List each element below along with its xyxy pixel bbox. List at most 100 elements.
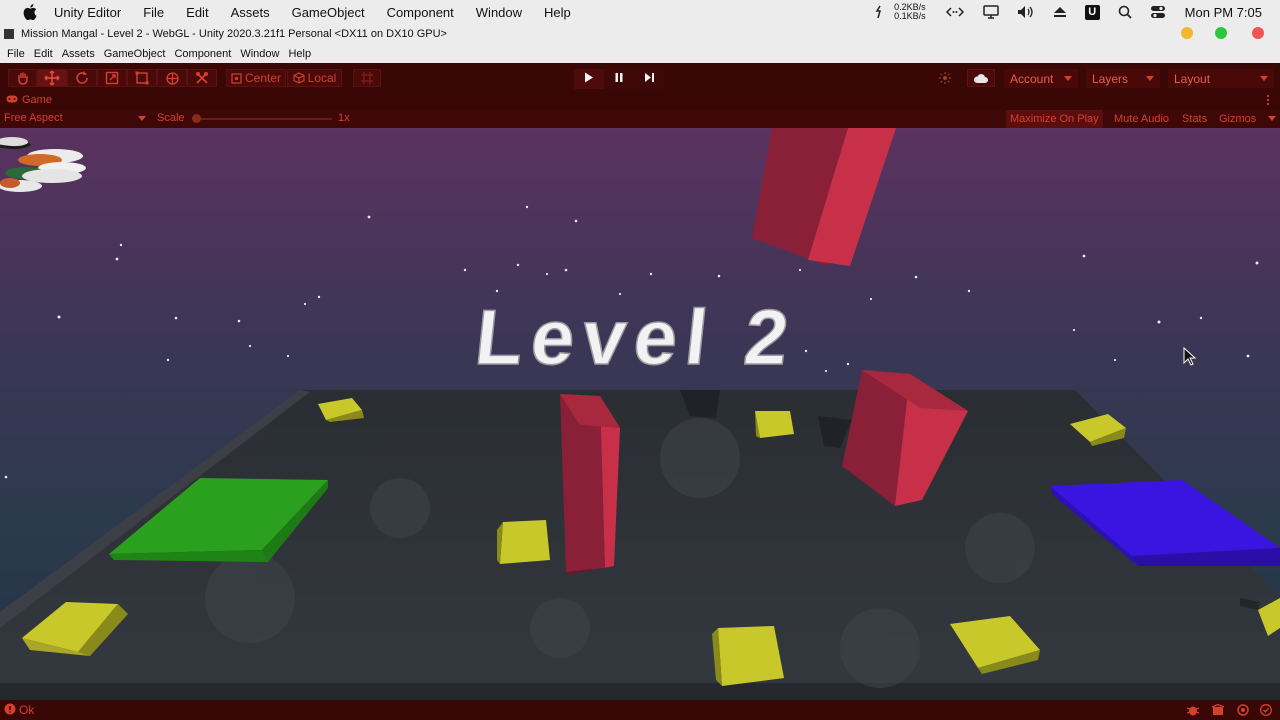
app-name-menu[interactable]: Unity Editor bbox=[54, 5, 121, 20]
move-tool-button[interactable] bbox=[37, 69, 67, 87]
level-title-text: Level 2 bbox=[471, 293, 801, 381]
red-obstacle-center bbox=[560, 394, 620, 574]
transform-tool-button[interactable] bbox=[157, 69, 187, 87]
mac-menu-edit[interactable]: Edit bbox=[186, 5, 208, 20]
chevron-down-icon bbox=[138, 116, 146, 121]
game-view-bar: Free Aspect Scale 1x Maximize On Play Mu… bbox=[0, 110, 1280, 128]
window-title: Mission Mangal - Level 2 - WebGL - Unity… bbox=[21, 28, 447, 40]
mac-menu-help[interactable]: Help bbox=[544, 5, 571, 20]
scale-slider-track[interactable] bbox=[196, 118, 332, 120]
playback-controls bbox=[574, 69, 664, 89]
move-arrows-icon bbox=[44, 70, 60, 86]
network-speed: 0.2KB/s 0.1KB/s bbox=[894, 3, 926, 21]
menu-extras: 0.2KB/s 0.1KB/s U Mon PM 7:05 bbox=[864, 0, 1280, 24]
stats-toggle[interactable]: Stats bbox=[1178, 110, 1211, 128]
mac-menu-component[interactable]: Component bbox=[387, 5, 454, 20]
unity-menu-window[interactable]: Window bbox=[240, 48, 279, 60]
layout-dropdown[interactable]: Layout bbox=[1168, 69, 1274, 88]
space-local-toggle[interactable]: Local bbox=[287, 69, 342, 87]
mac-menu-window[interactable]: Window bbox=[476, 5, 522, 20]
scale-icon bbox=[105, 71, 119, 85]
close-button[interactable] bbox=[1252, 27, 1264, 39]
pivot-center-toggle[interactable]: Center bbox=[226, 69, 286, 87]
unity-badge-icon[interactable]: U bbox=[1084, 4, 1100, 20]
main-toolbar: Center Local Account Layers Layout bbox=[0, 63, 1280, 92]
mac-menu-file[interactable]: File bbox=[143, 5, 164, 20]
mac-menu-gameobject[interactable]: GameObject bbox=[292, 5, 365, 20]
eject-icon[interactable] bbox=[1053, 6, 1067, 18]
sync-icon[interactable] bbox=[873, 5, 885, 19]
unity-menu-bar: File Edit Assets GameObject Component Wi… bbox=[0, 44, 1280, 64]
control-center-icon[interactable] bbox=[1150, 5, 1166, 19]
chevron-down-icon bbox=[1260, 76, 1268, 81]
layers-label: Layers bbox=[1092, 71, 1129, 86]
custom-tool-button[interactable] bbox=[187, 69, 217, 87]
space-label: Local bbox=[307, 71, 337, 85]
step-icon bbox=[644, 70, 655, 88]
bug-icon[interactable] bbox=[1186, 704, 1200, 719]
chevron-down-icon bbox=[1064, 76, 1072, 81]
gizmos-dropdown[interactable]: Gizmos bbox=[1215, 110, 1260, 128]
grid-icon bbox=[360, 71, 374, 85]
pause-button[interactable] bbox=[604, 69, 634, 89]
scale-label: Scale bbox=[157, 112, 185, 124]
code-arrows-icon[interactable] bbox=[945, 6, 965, 18]
gizmos-label: Gizmos bbox=[1219, 113, 1257, 125]
step-button[interactable] bbox=[634, 69, 664, 89]
package-icon[interactable] bbox=[1211, 703, 1225, 719]
maximize-label: Maximize On Play bbox=[1010, 113, 1099, 125]
unity-menu-gameobject[interactable]: GameObject bbox=[104, 48, 166, 60]
play-button[interactable] bbox=[574, 69, 604, 89]
zoom-button[interactable] bbox=[1215, 27, 1227, 39]
account-dropdown[interactable]: Account bbox=[1004, 69, 1078, 88]
apple-icon[interactable] bbox=[20, 4, 40, 20]
chevron-down-icon bbox=[1268, 116, 1276, 121]
minimize-button[interactable] bbox=[1181, 27, 1193, 39]
download-speed: 0.1KB/s bbox=[894, 11, 926, 21]
pivot-icon bbox=[231, 72, 242, 84]
mute-audio-toggle[interactable]: Mute Audio bbox=[1110, 110, 1173, 128]
macos-menu-bar: Unity Editor File Edit Assets GameObject… bbox=[0, 0, 1280, 24]
unity-menu-help[interactable]: Help bbox=[288, 48, 311, 60]
maximize-on-play-toggle[interactable]: Maximize On Play bbox=[1006, 110, 1103, 128]
unity-menu-assets[interactable]: Assets bbox=[62, 48, 95, 60]
collab-cloud-button[interactable] bbox=[967, 69, 995, 87]
status-message[interactable]: Ok bbox=[19, 703, 34, 717]
game-tab-strip: Game bbox=[0, 92, 1280, 110]
rect-tool-button[interactable] bbox=[127, 69, 157, 87]
error-icon bbox=[4, 703, 16, 718]
rotate-tool-button[interactable] bbox=[67, 69, 97, 87]
unity-menu-component[interactable]: Component bbox=[174, 48, 231, 60]
kebab-menu-icon[interactable] bbox=[1266, 94, 1270, 109]
layers-dropdown[interactable]: Layers bbox=[1086, 69, 1160, 88]
yellow-block bbox=[497, 520, 550, 564]
sparkle-icon bbox=[938, 71, 952, 85]
scale-slider-thumb[interactable] bbox=[192, 114, 201, 123]
grid-snap-button[interactable] bbox=[353, 69, 381, 87]
menu-clock[interactable]: Mon PM 7:05 bbox=[1185, 5, 1262, 20]
play-icon bbox=[584, 70, 594, 88]
search-icon[interactable] bbox=[1118, 5, 1132, 19]
volume-icon[interactable] bbox=[1017, 5, 1035, 19]
pivot-label: Center bbox=[244, 71, 282, 85]
unity-menu-file[interactable]: File bbox=[7, 48, 25, 60]
layout-label: Layout bbox=[1174, 71, 1211, 86]
check-circle-icon[interactable] bbox=[1260, 704, 1272, 719]
unity-menu-edit[interactable]: Edit bbox=[34, 48, 53, 60]
chevron-down-icon bbox=[1146, 76, 1154, 81]
mac-menu-assets[interactable]: Assets bbox=[231, 5, 270, 20]
stats-label: Stats bbox=[1182, 113, 1208, 125]
lighting-button[interactable] bbox=[931, 69, 958, 87]
aspect-dropdown[interactable]: Free Aspect bbox=[4, 112, 63, 124]
window-title-bar: Mission Mangal - Level 2 - WebGL - Unity… bbox=[0, 24, 1280, 44]
tools-icon bbox=[195, 71, 209, 85]
game-view[interactable]: Level 2 bbox=[0, 128, 1280, 700]
badge-letter: U bbox=[1084, 4, 1100, 20]
display-icon[interactable] bbox=[982, 5, 999, 19]
rotate-icon bbox=[75, 71, 89, 85]
hand-tool-button[interactable] bbox=[8, 69, 37, 87]
tab-game[interactable]: Game bbox=[6, 94, 52, 106]
collab-status-icon[interactable] bbox=[1236, 704, 1250, 719]
transform-icon bbox=[165, 71, 180, 86]
scale-tool-button[interactable] bbox=[97, 69, 127, 87]
